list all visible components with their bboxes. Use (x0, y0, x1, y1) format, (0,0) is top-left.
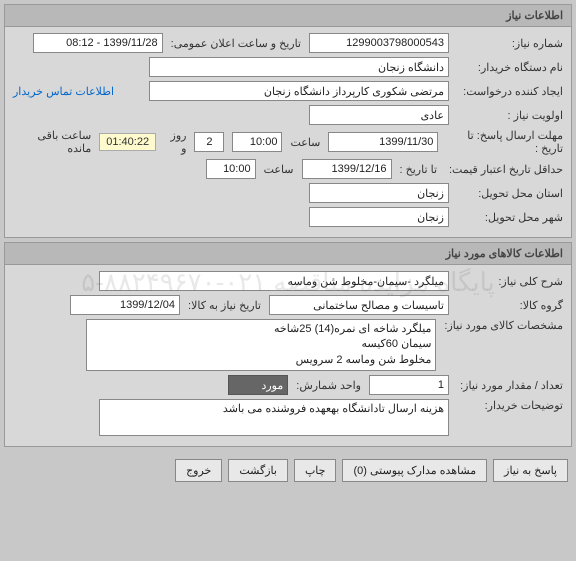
priority-label: اولویت نیاز : (453, 109, 563, 122)
spec-textarea[interactable] (86, 319, 436, 371)
niaz-no-label: شماره نیاز: (453, 37, 563, 50)
announce-label: تاریخ و ساعت اعلان عمومی: (167, 37, 305, 50)
days-label: روز و (160, 129, 190, 155)
priority-input[interactable] (309, 105, 449, 125)
desc-label: شرح کلی نیاز: (453, 275, 563, 288)
city-input[interactable] (309, 207, 449, 227)
group-input[interactable] (269, 295, 449, 315)
group-label: گروه کالا: (453, 299, 563, 312)
panel2-title: اطلاعات کالاهای مورد نیاز (5, 243, 571, 265)
need-date-label: تاریخ نیاز به کالا: (184, 299, 265, 312)
province-label: استان محل تحویل: (453, 187, 563, 200)
panel-goods-info: اطلاعات کالاهای مورد نیاز شرح کلی نیاز: … (4, 242, 572, 447)
unit-label: واحد شمارش: (292, 379, 365, 392)
contact-link[interactable]: اطلاعات تماس خریدار (13, 85, 114, 98)
need-date-input[interactable] (70, 295, 180, 315)
deadline-time-input[interactable] (232, 132, 282, 152)
buyer-input[interactable] (149, 57, 449, 77)
back-button[interactable]: بازگشت (228, 459, 288, 482)
time-label-2: ساعت (260, 163, 298, 176)
deadline-date-input[interactable] (328, 132, 438, 152)
exit-button[interactable]: خروج (175, 459, 222, 482)
announce-input[interactable] (33, 33, 163, 53)
buyer-label: نام دستگاه خریدار: (453, 61, 563, 74)
min-credit-date-input[interactable] (302, 159, 392, 179)
notes-textarea[interactable] (99, 399, 449, 436)
min-credit-label: حداقل تاریخ اعتبار قیمت: (445, 163, 563, 176)
min-credit-time-input[interactable] (206, 159, 256, 179)
notes-label: توضیحات خریدار: (453, 399, 563, 412)
desc-input[interactable] (99, 271, 449, 291)
attachments-button[interactable]: مشاهده مدارک پیوستی (0) (342, 459, 487, 482)
days-input[interactable] (194, 132, 224, 152)
niaz-no-input[interactable] (309, 33, 449, 53)
province-input[interactable] (309, 183, 449, 203)
creator-label: ایجاد کننده درخواست: (453, 85, 563, 98)
city-label: شهر محل تحویل: (453, 211, 563, 224)
button-bar: پاسخ به نیاز مشاهده مدارک پیوستی (0) چاپ… (0, 451, 576, 490)
panel-need-info: اطلاعات نیاز شماره نیاز: تاریخ و ساعت اع… (4, 4, 572, 238)
print-button[interactable]: چاپ (294, 459, 337, 482)
timer-label: ساعت باقی مانده (13, 129, 95, 155)
qty-input[interactable] (369, 375, 449, 395)
countdown-timer: 01:40:22 (99, 133, 156, 151)
min-credit-to: تا تاریخ : (396, 163, 441, 176)
spec-label: مشخصات کالای مورد نیاز: (440, 319, 563, 332)
time-label-1: ساعت (286, 136, 324, 149)
unit-input[interactable] (228, 375, 288, 395)
deadline-label: مهلت ارسال پاسخ: تا تاریخ : (442, 129, 563, 155)
panel1-title: اطلاعات نیاز (5, 5, 571, 27)
reply-button[interactable]: پاسخ به نیاز (493, 459, 568, 482)
qty-label: تعداد / مقدار مورد نیاز: (453, 379, 563, 392)
creator-input[interactable] (149, 81, 449, 101)
